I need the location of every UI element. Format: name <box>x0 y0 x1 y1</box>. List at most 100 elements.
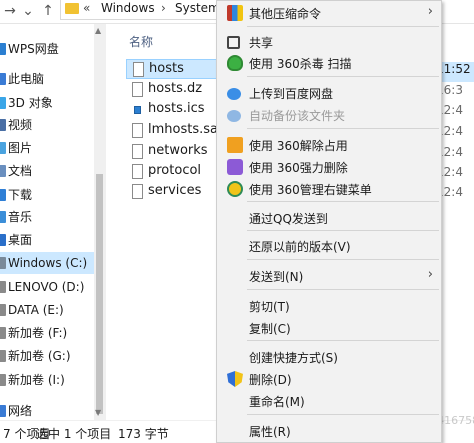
file-row[interactable]: hosts.dz <box>126 80 218 100</box>
menu-item-restore-previous[interactable]: 还原以前的版本(V) <box>217 235 441 257</box>
file-name: networks <box>148 143 208 158</box>
scroll-up-icon[interactable]: ▲ <box>95 26 101 35</box>
cube-icon <box>0 97 6 109</box>
baidu-cloud-icon <box>227 110 241 122</box>
nav-item[interactable]: 新加卷 (F:) <box>0 322 95 344</box>
drive-icon <box>0 374 6 386</box>
menu-item-label: 使用 360管理右键菜单 <box>249 183 372 197</box>
menu-item-label: 属性(R) <box>249 425 291 439</box>
column-name-header[interactable]: 名称 <box>129 33 153 50</box>
menu-item-upload-baidu[interactable]: 上传到百度网盘 <box>217 82 441 104</box>
nav-item[interactable]: Windows (C:) <box>0 252 95 274</box>
file-row[interactable]: hosts.ics <box>126 100 218 120</box>
nav-item[interactable]: LENOVO (D:) <box>0 276 95 298</box>
menu-separator <box>247 230 439 231</box>
nav-item-label: 3D 对象 <box>8 96 53 110</box>
nav-item[interactable]: 此电脑 <box>0 68 95 90</box>
nav-item-label: 图片 <box>8 141 33 155</box>
baidu-cloud-icon <box>227 88 241 100</box>
file-name: hosts <box>149 61 184 76</box>
nav-item[interactable]: 下载 <box>0 184 95 206</box>
breadcrumb-windows[interactable]: Windows <box>101 1 155 15</box>
drive-icon <box>0 304 6 316</box>
menu-item-label: 重命名(M) <box>249 395 305 409</box>
drive-icon <box>0 327 6 339</box>
nav-item-label: DATA (E:) <box>8 303 64 317</box>
zip-icon <box>227 5 243 21</box>
menu-item-create-shortcut[interactable]: 创建快捷方式(S) <box>217 346 441 368</box>
menu-item-share[interactable]: 共享 <box>217 31 441 53</box>
nav-item[interactable]: 新加卷 (I:) <box>0 369 95 391</box>
menu-item-label: 还原以前的版本(V) <box>249 240 351 254</box>
nav-item-label: 视频 <box>8 118 33 132</box>
file-icon <box>132 123 143 138</box>
nav-item[interactable]: 文档 <box>0 160 95 182</box>
file-row[interactable]: hosts <box>126 59 218 79</box>
menu-item-manage-menu-360[interactable]: 使用 360管理右键菜单 <box>217 178 441 200</box>
nav-item[interactable]: 图片 <box>0 137 95 159</box>
nav-item[interactable]: DATA (E:) <box>0 299 95 321</box>
menu-separator <box>247 128 439 129</box>
menu-item-send-to[interactable]: 发送到(N) › <box>217 265 441 287</box>
nav-item[interactable]: WPS网盘 <box>0 38 95 60</box>
menu-item-scan-360[interactable]: 使用 360杀毒 扫描 <box>217 52 441 74</box>
nav-scrollbar[interactable]: ▲ ▼ <box>94 24 105 420</box>
nav-item[interactable]: 音乐 <box>0 206 95 228</box>
file-row[interactable]: services <box>126 182 218 202</box>
up-icon[interactable]: ↑ <box>40 2 56 20</box>
shield-icon <box>227 371 243 387</box>
menu-item-send-qq[interactable]: 通过QQ发送到 <box>217 207 441 229</box>
desktop-icon <box>0 234 6 246</box>
file-name: hosts.ics <box>148 101 205 116</box>
menu-item-label: 使用 360解除占用 <box>249 139 348 153</box>
menu-item-label: 使用 360杀毒 扫描 <box>249 57 352 71</box>
navigation-pane: 网络 新加卷 (I:) 新加卷 (G:) 新加卷 (F:) DATA (E:) LENOV… <box>0 24 106 420</box>
menu-item-copy[interactable]: 复制(C) <box>217 317 441 339</box>
nav-item-label: 下载 <box>8 188 33 202</box>
menu-item-label: 自动备份该文件夹 <box>249 109 346 123</box>
file-icon <box>132 184 143 199</box>
drive-icon <box>0 350 6 362</box>
document-icon <box>0 165 6 177</box>
file-row[interactable]: lmhosts.sam <box>126 121 231 141</box>
forward-icon[interactable]: → <box>2 2 18 20</box>
nav-item[interactable]: 新加卷 (G:) <box>0 345 95 367</box>
file-icon <box>134 106 141 114</box>
menu-item-force-delete-360[interactable]: 使用 360强力删除 <box>217 156 441 178</box>
nav-item[interactable]: 网络 <box>0 400 95 420</box>
breadcrumb-system[interactable]: System <box>175 1 220 15</box>
nav-item-label: 音乐 <box>8 210 33 224</box>
file-row[interactable]: networks <box>126 142 218 162</box>
folder-icon <box>65 3 79 14</box>
menu-separator <box>247 76 439 77</box>
menu-item-properties[interactable]: 属性(R) <box>217 420 441 442</box>
menu-separator <box>247 26 439 27</box>
nav-item[interactable]: 桌面 <box>0 229 95 251</box>
nav-item[interactable]: 3D 对象 <box>0 92 95 114</box>
menu-item-unlock-360[interactable]: 使用 360解除占用 <box>217 134 441 156</box>
breadcrumb-separator-icon: › <box>161 1 166 15</box>
context-menu: 其他压缩命令 › 共享 使用 360杀毒 扫描 上传到百度网盘 自动备份该文件夹 使用 36… <box>216 0 442 443</box>
scroll-down-icon[interactable]: ▼ <box>95 408 101 417</box>
address-bar[interactable]: « Windows › System <box>60 0 240 20</box>
drive-icon <box>0 281 6 293</box>
nav-item-label: 网络 <box>8 404 33 418</box>
dropdown-icon[interactable]: ⌄ <box>20 2 36 20</box>
menu-item-delete[interactable]: 删除(D) <box>217 368 441 390</box>
status-selection: 选中 1 个项目 <box>36 427 112 441</box>
menu-item-more-compress[interactable]: 其他压缩命令 › <box>217 2 441 24</box>
file-icon <box>132 144 143 159</box>
nav-item[interactable]: 视频 <box>0 114 95 136</box>
file-name: hosts.dz <box>148 81 203 96</box>
menu-item-rename[interactable]: 重命名(M) <box>217 390 441 412</box>
menu-item-label: 删除(D) <box>249 373 292 387</box>
nav-item-label: 桌面 <box>8 233 33 247</box>
status-size: 173 字节 <box>118 427 169 441</box>
file-row[interactable]: protocol <box>126 162 218 182</box>
download-icon <box>0 189 6 201</box>
menu-item-label: 其他压缩命令 <box>249 7 322 21</box>
menu-item-cut[interactable]: 剪切(T) <box>217 295 441 317</box>
menu-item-label: 复制(C) <box>249 322 291 336</box>
nav-scrollbar-thumb[interactable] <box>96 174 103 414</box>
menu-separator <box>247 289 439 290</box>
